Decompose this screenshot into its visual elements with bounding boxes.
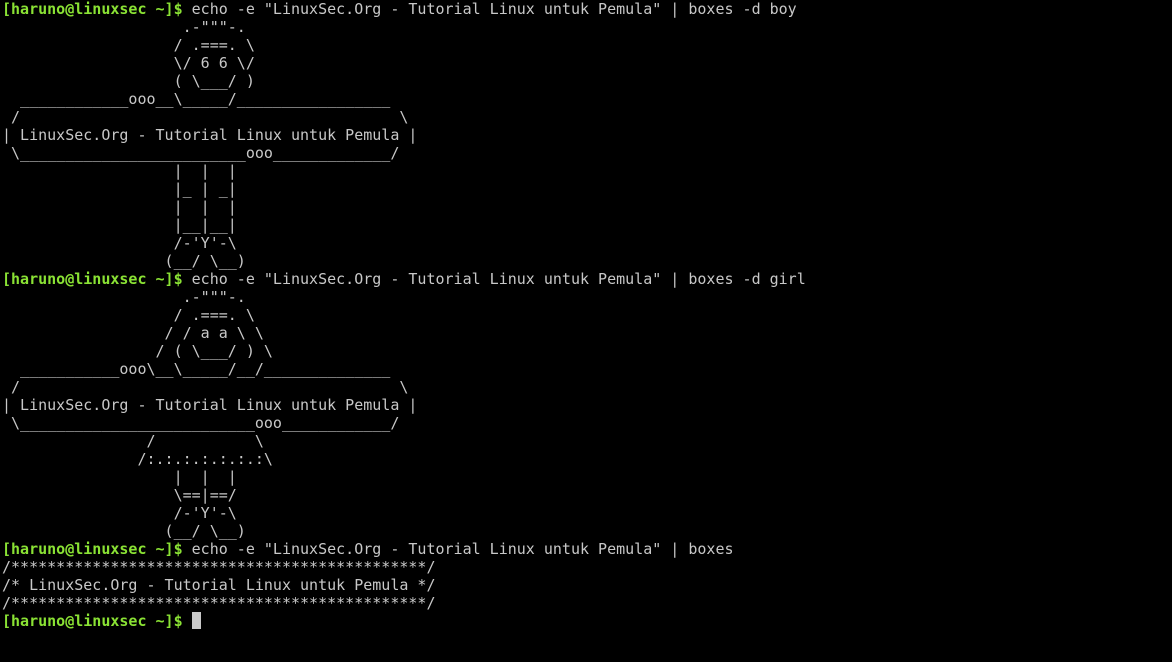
command-line: [haruno@linuxsec ~]$ echo -e "LinuxSec.O… bbox=[2, 0, 1170, 18]
output-line: \_________________________ooo___________… bbox=[2, 144, 400, 162]
output-line: / ( \___/ ) \ bbox=[2, 342, 273, 360]
output-line: ___________ooo\__\_____/__/_____________… bbox=[2, 360, 391, 378]
output-line: (__/ \__) bbox=[2, 522, 246, 540]
output-line: /***************************************… bbox=[2, 558, 436, 576]
output-line: /:.:.:.:.:.:.:\ bbox=[2, 450, 273, 468]
command-text: echo -e "LinuxSec.Org - Tutorial Linux u… bbox=[191, 540, 734, 558]
terminal-window[interactable]: [haruno@linuxsec ~]$ echo -e "LinuxSec.O… bbox=[2, 0, 1170, 662]
output-line: /***************************************… bbox=[2, 594, 436, 612]
output-line: /-'Y'-\ bbox=[2, 504, 237, 522]
output-line: / .===. \ bbox=[2, 306, 255, 324]
active-command-line[interactable]: [haruno@linuxsec ~]$ bbox=[2, 612, 1170, 630]
output-line: | | | bbox=[2, 198, 237, 216]
output-line: ( \___/ ) bbox=[2, 72, 255, 90]
output-line: |_ | _| bbox=[2, 180, 237, 198]
output-line: /* LinuxSec.Org - Tutorial Linux untuk P… bbox=[2, 576, 436, 594]
output-line: \__________________________ooo__________… bbox=[2, 414, 400, 432]
output-line: |__|__| bbox=[2, 216, 237, 234]
output-line: / \ bbox=[2, 108, 409, 126]
output-line: / / a a \ \ bbox=[2, 324, 264, 342]
output-line: (__/ \__) bbox=[2, 252, 246, 270]
text-cursor bbox=[191, 612, 201, 629]
shell-prompt: [haruno@linuxsec ~]$ bbox=[2, 540, 183, 558]
command-text: echo -e "LinuxSec.Org - Tutorial Linux u… bbox=[191, 270, 806, 288]
output-line: .-"""-. bbox=[2, 288, 246, 306]
shell-prompt: [haruno@linuxsec ~]$ bbox=[2, 270, 183, 288]
shell-prompt: [haruno@linuxsec ~]$ bbox=[2, 612, 183, 630]
output-line: / \ bbox=[2, 432, 264, 450]
output-line: / \ bbox=[2, 378, 409, 396]
command-text: echo -e "LinuxSec.Org - Tutorial Linux u… bbox=[191, 0, 797, 18]
command-line: [haruno@linuxsec ~]$ echo -e "LinuxSec.O… bbox=[2, 540, 1170, 558]
output-line: \/ 6 6 \/ bbox=[2, 54, 255, 72]
command-line: [haruno@linuxsec ~]$ echo -e "LinuxSec.O… bbox=[2, 270, 1170, 288]
output-line: | | | bbox=[2, 468, 237, 486]
output-line: /-'Y'-\ bbox=[2, 234, 237, 252]
output-line: | LinuxSec.Org - Tutorial Linux untuk Pe… bbox=[2, 396, 418, 414]
shell-prompt: [haruno@linuxsec ~]$ bbox=[2, 0, 183, 18]
output-line: ____________ooo__\_____/________________… bbox=[2, 90, 391, 108]
output-line: \==|==/ bbox=[2, 486, 237, 504]
output-line: | | | bbox=[2, 162, 237, 180]
output-line: .-"""-. bbox=[2, 18, 246, 36]
output-line: | LinuxSec.Org - Tutorial Linux untuk Pe… bbox=[2, 126, 418, 144]
output-line: / .===. \ bbox=[2, 36, 255, 54]
